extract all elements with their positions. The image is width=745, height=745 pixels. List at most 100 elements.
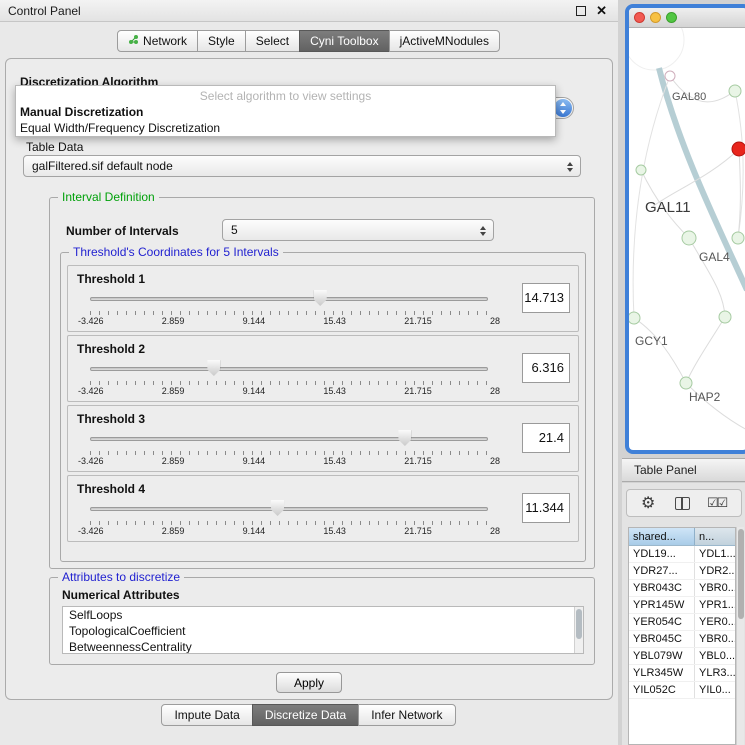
table-row[interactable]: YBL079WYBL0... — [629, 648, 735, 665]
apply-button[interactable]: Apply — [276, 672, 342, 693]
threshold-label: Threshold 4 — [77, 482, 145, 496]
select-rows-icon[interactable]: ☑☑ — [707, 495, 726, 511]
num-intervals-combobox[interactable]: 5 — [222, 219, 494, 241]
network-node[interactable] — [729, 85, 741, 97]
top-tabbar: Network Style Select Cyni Toolbox jActiv… — [0, 30, 618, 52]
network-node[interactable] — [719, 311, 731, 323]
network-node[interactable] — [732, 142, 745, 156]
list-scrollbar[interactable] — [574, 607, 583, 653]
table-row[interactable]: YDL19...YDL1... — [629, 546, 735, 563]
network-node[interactable] — [680, 377, 692, 389]
network-edge — [686, 317, 725, 383]
scrollbar-thumb[interactable] — [576, 609, 582, 639]
slider-thumb[interactable] — [398, 430, 411, 446]
attributes-group-title: Attributes to discretize — [58, 570, 184, 584]
threshold-slider[interactable] — [90, 430, 488, 448]
tab-impute-data[interactable]: Impute Data — [161, 704, 252, 726]
scrollbar-thumb[interactable] — [738, 529, 744, 619]
dropdown-option-equal-width-frequency[interactable]: Equal Width/Frequency Discretization — [16, 120, 555, 136]
minimize-window-icon[interactable] — [650, 12, 661, 23]
list-item[interactable]: BetweennessCentrality — [63, 639, 583, 654]
network-icon — [128, 34, 139, 48]
tab-jactivemnodules[interactable]: jActiveMNodules — [389, 30, 500, 52]
slider-thumb[interactable] — [271, 500, 284, 516]
threshold-label: Threshold 1 — [77, 272, 145, 286]
tab-network[interactable]: Network — [117, 30, 198, 52]
threshold-value-field[interactable]: 6.316 — [522, 353, 570, 383]
table-header-row: shared... n... — [629, 528, 735, 546]
table-rows: YDL19...YDL1...YDR27...YDR2...YBR043CYBR… — [629, 546, 735, 699]
threshold-value-field[interactable]: 14.713 — [522, 283, 570, 313]
table-row[interactable]: YLR345WYLR3... — [629, 665, 735, 682]
network-canvas[interactable]: GAL80GAL11GAL4GCY1HAP2 — [629, 28, 745, 453]
float-window-icon[interactable] — [576, 6, 586, 16]
scale-tick-label: 28 — [490, 316, 500, 326]
network-edge — [634, 318, 686, 383]
column-header-name[interactable]: n... — [695, 528, 735, 545]
slider-thumb[interactable] — [207, 360, 220, 376]
close-window-icon[interactable] — [634, 12, 645, 23]
threshold-slider[interactable] — [90, 290, 488, 308]
list-item[interactable]: SelfLoops — [63, 607, 583, 623]
slider-ticks — [90, 451, 488, 455]
dropdown-placeholder: Select algorithm to view settings — [16, 88, 555, 104]
interval-definition-title: Interval Definition — [58, 190, 159, 204]
table-cell: YDL1... — [695, 546, 735, 562]
tab-style[interactable]: Style — [197, 30, 246, 52]
table-cell: YBL079W — [629, 648, 695, 664]
table-cell: YBR0... — [695, 580, 735, 596]
table-cell: YBR0... — [695, 631, 735, 647]
combo-stepper-icon[interactable] — [554, 99, 572, 117]
threshold-slider[interactable] — [90, 360, 488, 378]
table-data-value: galFiltered.sif default node — [32, 159, 173, 173]
scale-tick-label: 2.859 — [162, 386, 185, 396]
tab-discretize-data[interactable]: Discretize Data — [252, 704, 359, 726]
node-label: GCY1 — [635, 334, 668, 348]
slider-track — [90, 367, 488, 371]
dropdown-option-manual-discretization[interactable]: Manual Discretization — [16, 104, 555, 120]
table-row[interactable]: YPR145WYPR1... — [629, 597, 735, 614]
scale-tick-label: 28 — [490, 386, 500, 396]
slider-thumb[interactable] — [314, 290, 327, 306]
threshold-value-field[interactable]: 11.344 — [522, 493, 570, 523]
table-row[interactable]: YBR045CYBR0... — [629, 631, 735, 648]
cyni-toolbox-panel: Discretization Algorithm Select algorith… — [5, 58, 613, 700]
threshold-value-field[interactable]: 21.4 — [522, 423, 570, 453]
table-panel-header[interactable]: Table Panel — [622, 458, 745, 482]
tab-label: Style — [208, 34, 235, 48]
numerical-attributes-list[interactable]: SelfLoopsTopologicalCoefficientBetweenne… — [62, 606, 584, 654]
network-node[interactable] — [629, 312, 640, 324]
zoom-window-icon[interactable] — [666, 12, 677, 23]
network-node[interactable] — [732, 232, 744, 244]
threshold-slider[interactable] — [90, 500, 488, 518]
table-cell: YBR045C — [629, 631, 695, 647]
tab-select[interactable]: Select — [245, 30, 300, 52]
node-label: GAL11 — [645, 199, 691, 216]
thresholds-container: Threshold 1 -3.4262.8599.14415.4321.7152… — [61, 265, 585, 545]
network-window-titlebar — [629, 8, 745, 28]
network-node[interactable] — [636, 165, 646, 175]
table-row[interactable]: YER054CYER0... — [629, 614, 735, 631]
table-row[interactable]: YDR27...YDR2... — [629, 563, 735, 580]
network-node[interactable] — [682, 231, 696, 245]
network-node[interactable] — [665, 71, 675, 81]
column-selector-icon[interactable] — [675, 497, 690, 510]
table-data-combobox[interactable]: galFiltered.sif default node — [23, 155, 581, 177]
close-icon[interactable]: ✕ — [596, 3, 607, 19]
scale-tick-label: -3.426 — [78, 386, 104, 396]
slider-track — [90, 297, 488, 301]
table-cell: YIL052C — [629, 682, 695, 698]
table-scrollbar[interactable] — [736, 527, 744, 745]
tab-cyni-toolbox[interactable]: Cyni Toolbox — [299, 30, 389, 52]
threshold-label: Threshold 3 — [77, 412, 145, 426]
network-view-window[interactable]: GAL80GAL11GAL4GCY1HAP2 — [625, 4, 745, 454]
list-item[interactable]: TopologicalCoefficient — [63, 623, 583, 639]
tab-infer-network[interactable]: Infer Network — [358, 704, 455, 726]
interval-definition-group: Interval Definition Number of Intervals … — [49, 197, 595, 569]
column-header-shared[interactable]: shared... — [629, 528, 695, 545]
settings-gear-icon[interactable]: ⚙ — [641, 493, 655, 513]
node-table[interactable]: shared... n... YDL19...YDL1...YDR27...YD… — [628, 527, 736, 745]
node-label: GAL4 — [699, 250, 730, 264]
table-row[interactable]: YIL052CYIL0... — [629, 682, 735, 699]
table-row[interactable]: YBR043CYBR0... — [629, 580, 735, 597]
